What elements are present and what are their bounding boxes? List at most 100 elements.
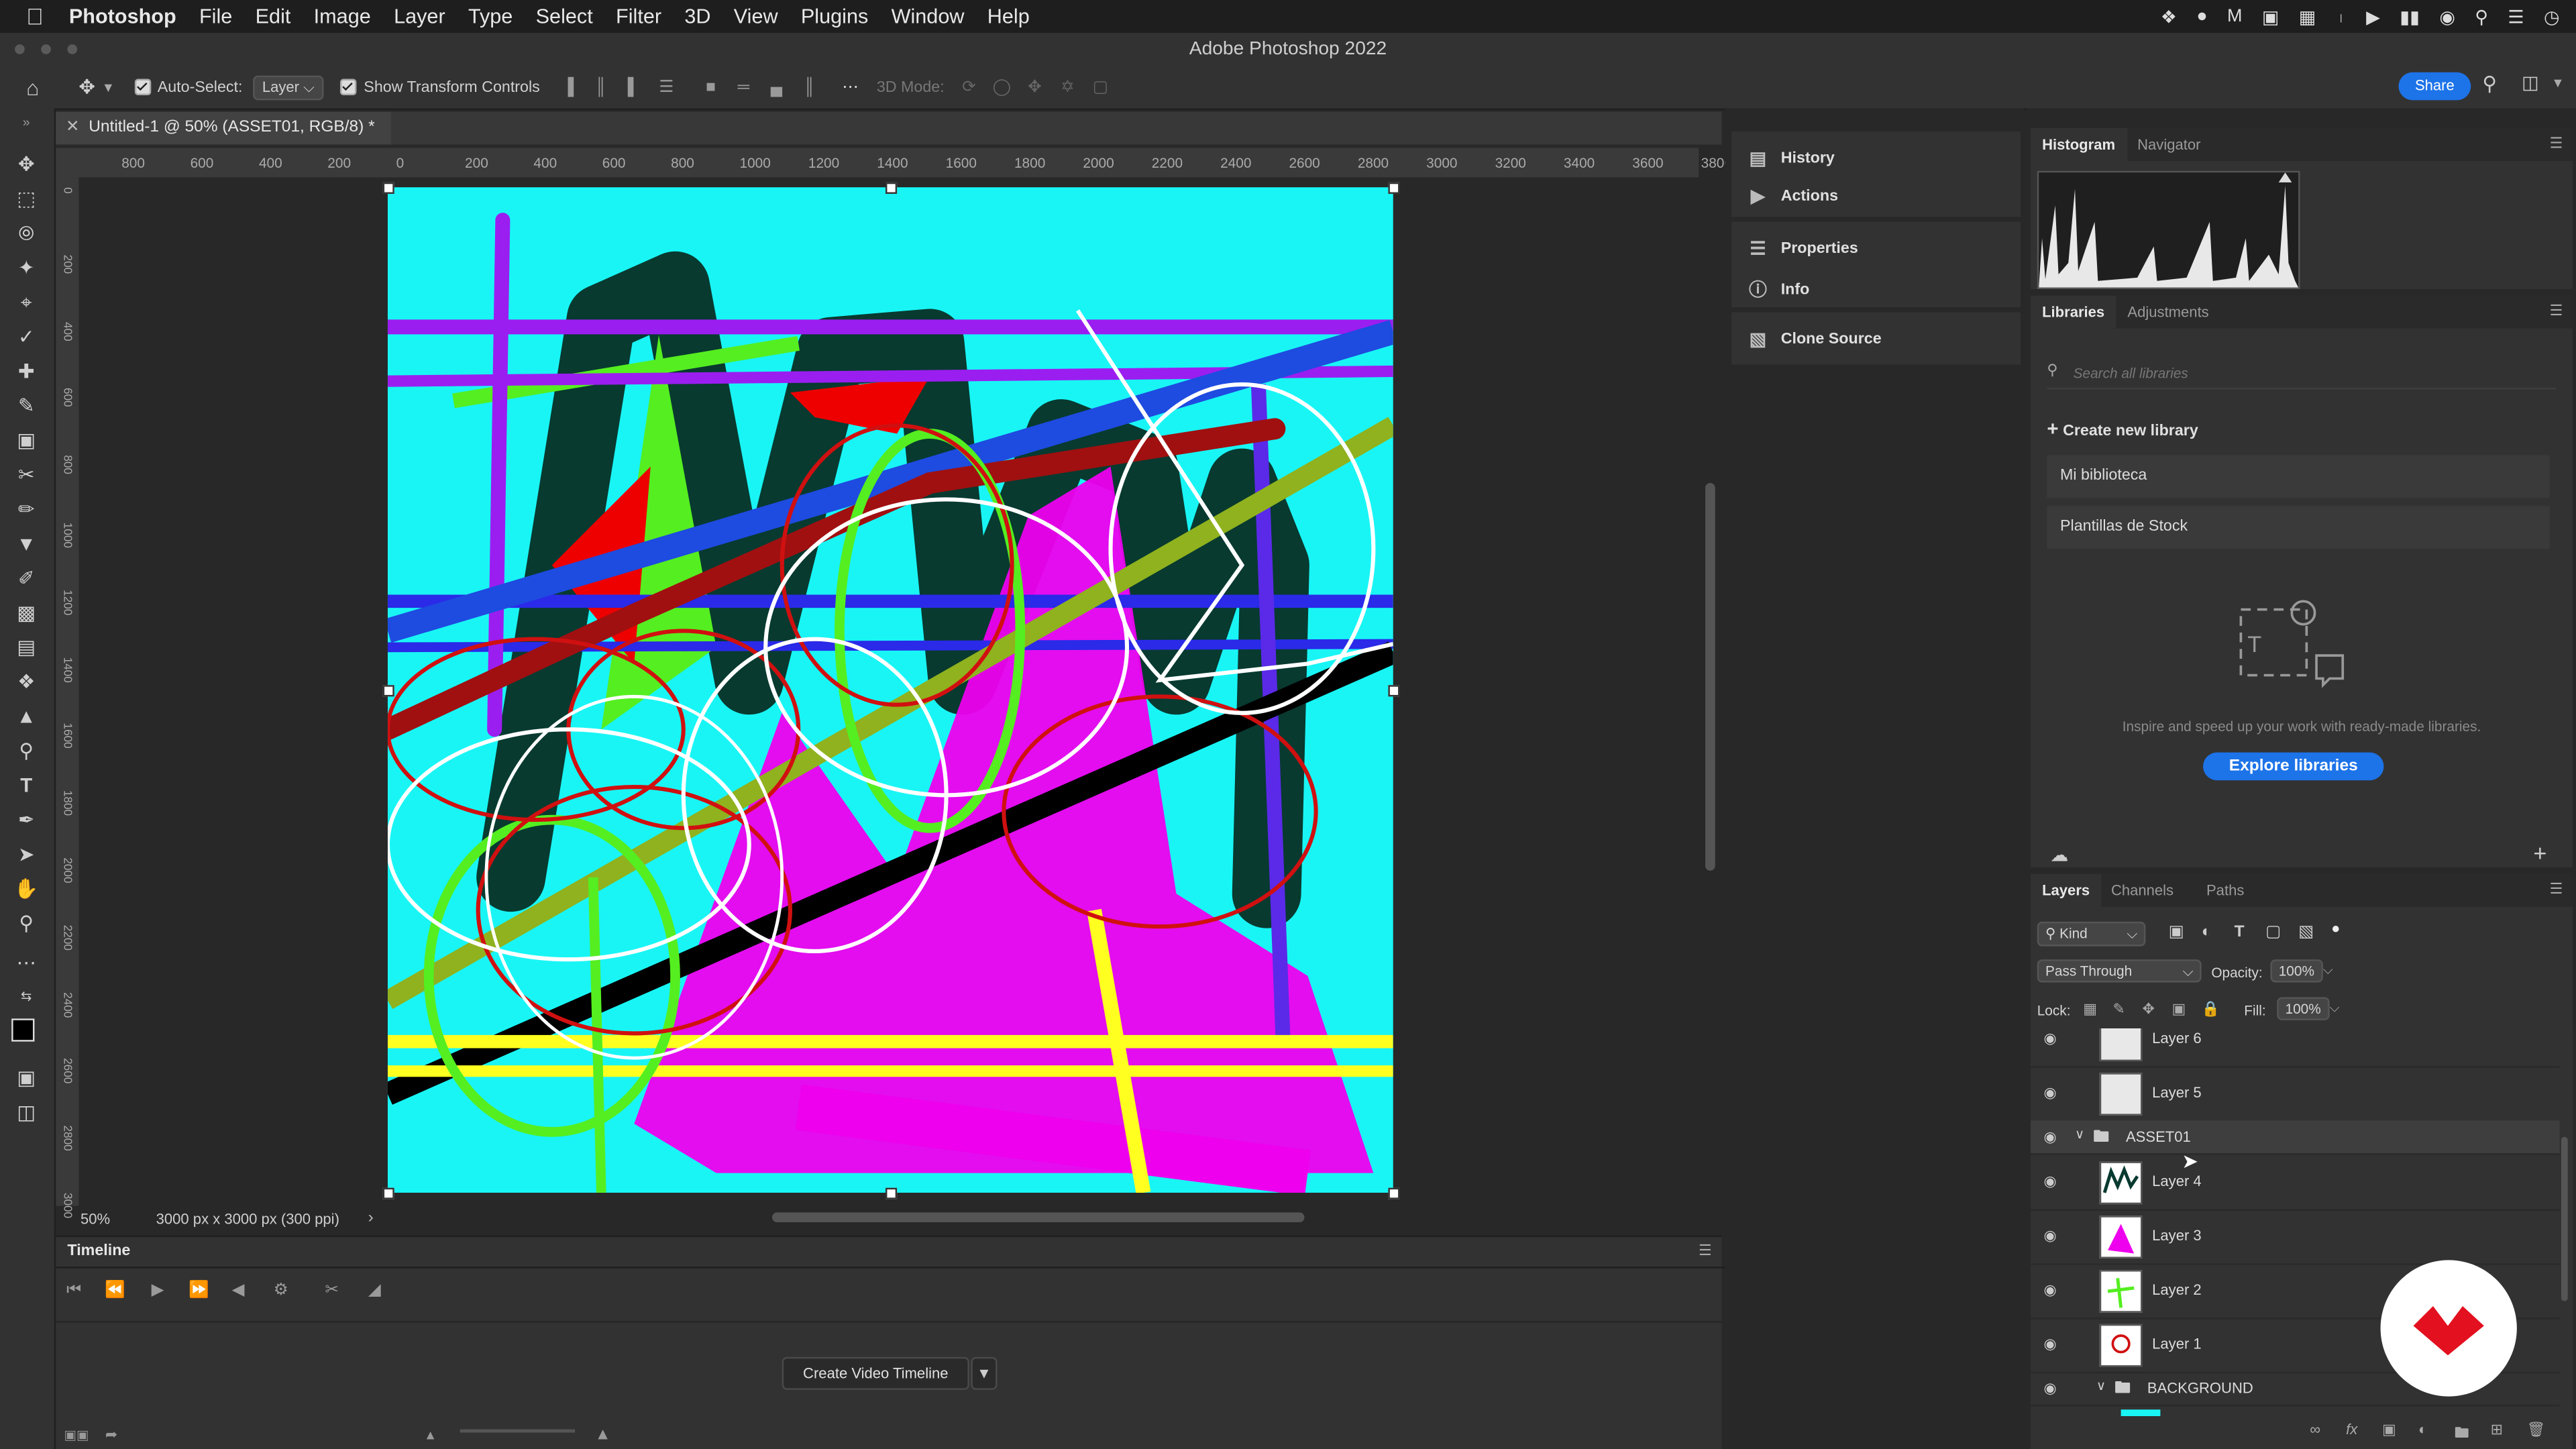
menu-edit[interactable]: Edit — [256, 5, 291, 28]
healing-brush-tool-icon[interactable]: ✚ — [13, 358, 40, 384]
lasso-tool-icon[interactable]: ⦾ — [13, 220, 40, 246]
tab-paths[interactable]: Paths — [2195, 874, 2256, 907]
transform-handle-tl[interactable] — [382, 182, 394, 194]
align-center-icon[interactable]: ║ — [589, 79, 612, 97]
convert-icon[interactable]: ➦ — [105, 1426, 117, 1444]
marquee-tool-icon[interactable]: ⬚ — [13, 186, 40, 212]
layer-filter-dropdown[interactable]: ⚲ Kind ⌵ — [2037, 921, 2146, 947]
menu-plugins[interactable]: Plugins — [801, 5, 868, 28]
layer-row[interactable]: ◉ Layer 6 — [2030, 1028, 2560, 1068]
transform-handle-tr[interactable] — [1388, 182, 1400, 194]
workspace-dropdown-icon[interactable]: ▼ — [2551, 76, 2564, 91]
layer-row[interactable]: ◉ Layer 4 — [2030, 1155, 2560, 1211]
explore-libraries-button[interactable]: Explore libraries — [2203, 752, 2384, 781]
eyedropper-tool-icon[interactable]: ✓ — [13, 323, 40, 350]
menu-app-name[interactable]: Photoshop — [69, 5, 176, 28]
filter-shape-icon[interactable]: ▢ — [2265, 923, 2281, 941]
wifi-icon[interactable]: ◉ — [2439, 6, 2455, 27]
filter-pixel-icon[interactable]: ▣ — [2169, 923, 2184, 941]
visibility-eye-icon[interactable]: ◉ — [2044, 1128, 2057, 1146]
creative-cloud-icon[interactable]: ● — [2196, 7, 2207, 26]
tab-libraries[interactable]: Libraries — [2030, 295, 2116, 329]
tab-navigator[interactable]: Navigator — [2126, 128, 2212, 161]
ruler-origin[interactable] — [56, 148, 79, 178]
document-canvas[interactable] — [387, 187, 1393, 1193]
window-zoom-button[interactable] — [67, 44, 78, 54]
screen-mode-icon[interactable]: ◫ — [13, 1099, 40, 1125]
histogram-menu-icon[interactable]: ☰ — [2550, 135, 2563, 153]
zoom-tool-icon[interactable]: ⚲ — [13, 910, 40, 936]
settings-gear-icon[interactable]: ⚙ — [270, 1281, 292, 1304]
group-expand-chevron-icon[interactable]: ∨ — [2075, 1127, 2084, 1142]
fill-dropdown-icon[interactable]: ⌵ — [2330, 1000, 2340, 1016]
previous-frame-icon[interactable]: ⏪ — [103, 1281, 126, 1304]
dodge-burn-tool-icon[interactable]: ⚲ — [13, 738, 40, 764]
3d-pan-icon[interactable]: ✥ — [1023, 79, 1046, 97]
lock-artboard-icon[interactable]: ▣ — [2172, 1000, 2186, 1018]
delete-layer-icon[interactable]: 🗑 — [2527, 1421, 2546, 1439]
transform-handle-r[interactable] — [1388, 685, 1400, 697]
timeline-menu-icon[interactable]: ☰ — [1699, 1242, 1712, 1260]
distribute-icon[interactable]: ☰ — [655, 79, 678, 97]
eraser-tool-icon[interactable]: ▩ — [13, 600, 40, 626]
group-expand-chevron-icon[interactable]: ∨ — [2096, 1379, 2106, 1393]
menu-type[interactable]: Type — [468, 5, 513, 28]
library-item-mi-biblioteca[interactable]: Mi biblioteca — [2047, 455, 2550, 498]
dodge-tool-icon[interactable]: ▲ — [13, 703, 40, 729]
battery-icon[interactable]: ▮▮ — [2400, 6, 2420, 27]
vertical-ruler[interactable]: 0 200 400 600 800 1000 1200 1400 1600 1800 2000 220… — [56, 177, 81, 1218]
cloud-icon[interactable]: ☁ — [2050, 845, 2068, 865]
adjustment-layer-icon[interactable]: ◐ — [2418, 1421, 2427, 1437]
collapse-tools-icon[interactable]: » — [13, 110, 40, 136]
timeline-zoom-slider[interactable] — [460, 1429, 576, 1433]
libraries-menu-icon[interactable]: ☰ — [2550, 303, 2563, 321]
3d-orbit-icon[interactable]: ⟳ — [957, 79, 980, 97]
menu-help[interactable]: Help — [987, 5, 1030, 28]
status-menu-chevron-icon[interactable]: › — [368, 1209, 374, 1227]
align-bottom-icon[interactable]: ▄ — [765, 79, 788, 97]
mail-icon[interactable]: M — [2227, 7, 2242, 26]
library-item-plantillas[interactable]: Plantillas de Stock — [2047, 506, 2550, 549]
library-search-box[interactable]: ⚲ Search all libraries — [2047, 358, 2557, 390]
menu-file[interactable]: File — [199, 5, 232, 28]
menu-3d[interactable]: 3D — [684, 5, 710, 28]
menu-filter[interactable]: Filter — [616, 5, 661, 28]
zoom-in-timeline-icon[interactable]: ▲ — [595, 1426, 611, 1444]
document-tab[interactable]: ✕ Untitled-1 @ 50% (ASSET01, RGB/8) * — [56, 111, 392, 145]
first-frame-icon[interactable]: ⏮ — [62, 1281, 85, 1304]
create-new-library-button[interactable]: + Create new library — [2047, 417, 2198, 440]
visibility-eye-icon[interactable]: ◉ — [2044, 1084, 2057, 1102]
auto-select-dropdown[interactable]: Layer ⌵ — [252, 74, 325, 100]
filter-adjustment-icon[interactable]: ◐ — [2202, 923, 2212, 941]
workspace-icon[interactable]: ◫ — [2522, 72, 2538, 93]
create-video-timeline-button[interactable]: Create Video Timeline — [782, 1356, 969, 1390]
panel-info[interactable]: ⓘ Info — [1748, 276, 1809, 302]
layer-row[interactable]: ◉ Layer 3 — [2030, 1209, 2560, 1265]
history-brush-tool-icon[interactable]: ✐ — [13, 565, 40, 591]
tool-preset-dropdown-icon[interactable]: ▼ — [102, 80, 115, 95]
transform-handle-bl[interactable] — [382, 1187, 394, 1199]
visibility-eye-icon[interactable]: ◉ — [2044, 1380, 2057, 1398]
clock-icon[interactable]: ◷ — [2544, 6, 2560, 27]
stamp-tool-icon[interactable]: ▼ — [13, 531, 40, 557]
visibility-eye-icon[interactable]: ◉ — [2044, 1336, 2057, 1354]
vertical-scrollbar[interactable] — [1705, 483, 1715, 871]
layers-scrollbar[interactable] — [2561, 1136, 2568, 1301]
align-right-icon[interactable]: ▌ — [622, 79, 645, 97]
new-group-icon[interactable]: 🖿 — [2455, 1421, 2469, 1447]
share-button[interactable]: Share — [2398, 72, 2471, 101]
window-minimize-button[interactable] — [41, 44, 51, 54]
opacity-input[interactable]: 100% — [2270, 959, 2323, 983]
move-tool-icon[interactable]: ✥ — [13, 151, 40, 177]
lock-image-icon[interactable]: ✎ — [2112, 1000, 2125, 1018]
add-mask-icon[interactable]: ▣ — [2382, 1421, 2396, 1439]
menu-layer[interactable]: Layer — [394, 5, 445, 28]
auto-select-checkbox[interactable] — [134, 78, 151, 96]
search-icon[interactable]: ⚲ — [2482, 72, 2497, 95]
audio-icon[interactable]: ◀ — [227, 1281, 250, 1304]
crop-tool-icon[interactable]: ⌖ — [13, 289, 40, 315]
panel-history[interactable]: ▤ History — [1748, 148, 1835, 169]
zoom-out-timeline-icon[interactable]: ▲ — [424, 1428, 437, 1442]
zoom-level[interactable]: 50% — [80, 1211, 110, 1227]
gradient-tool-icon[interactable]: ▤ — [13, 634, 40, 660]
